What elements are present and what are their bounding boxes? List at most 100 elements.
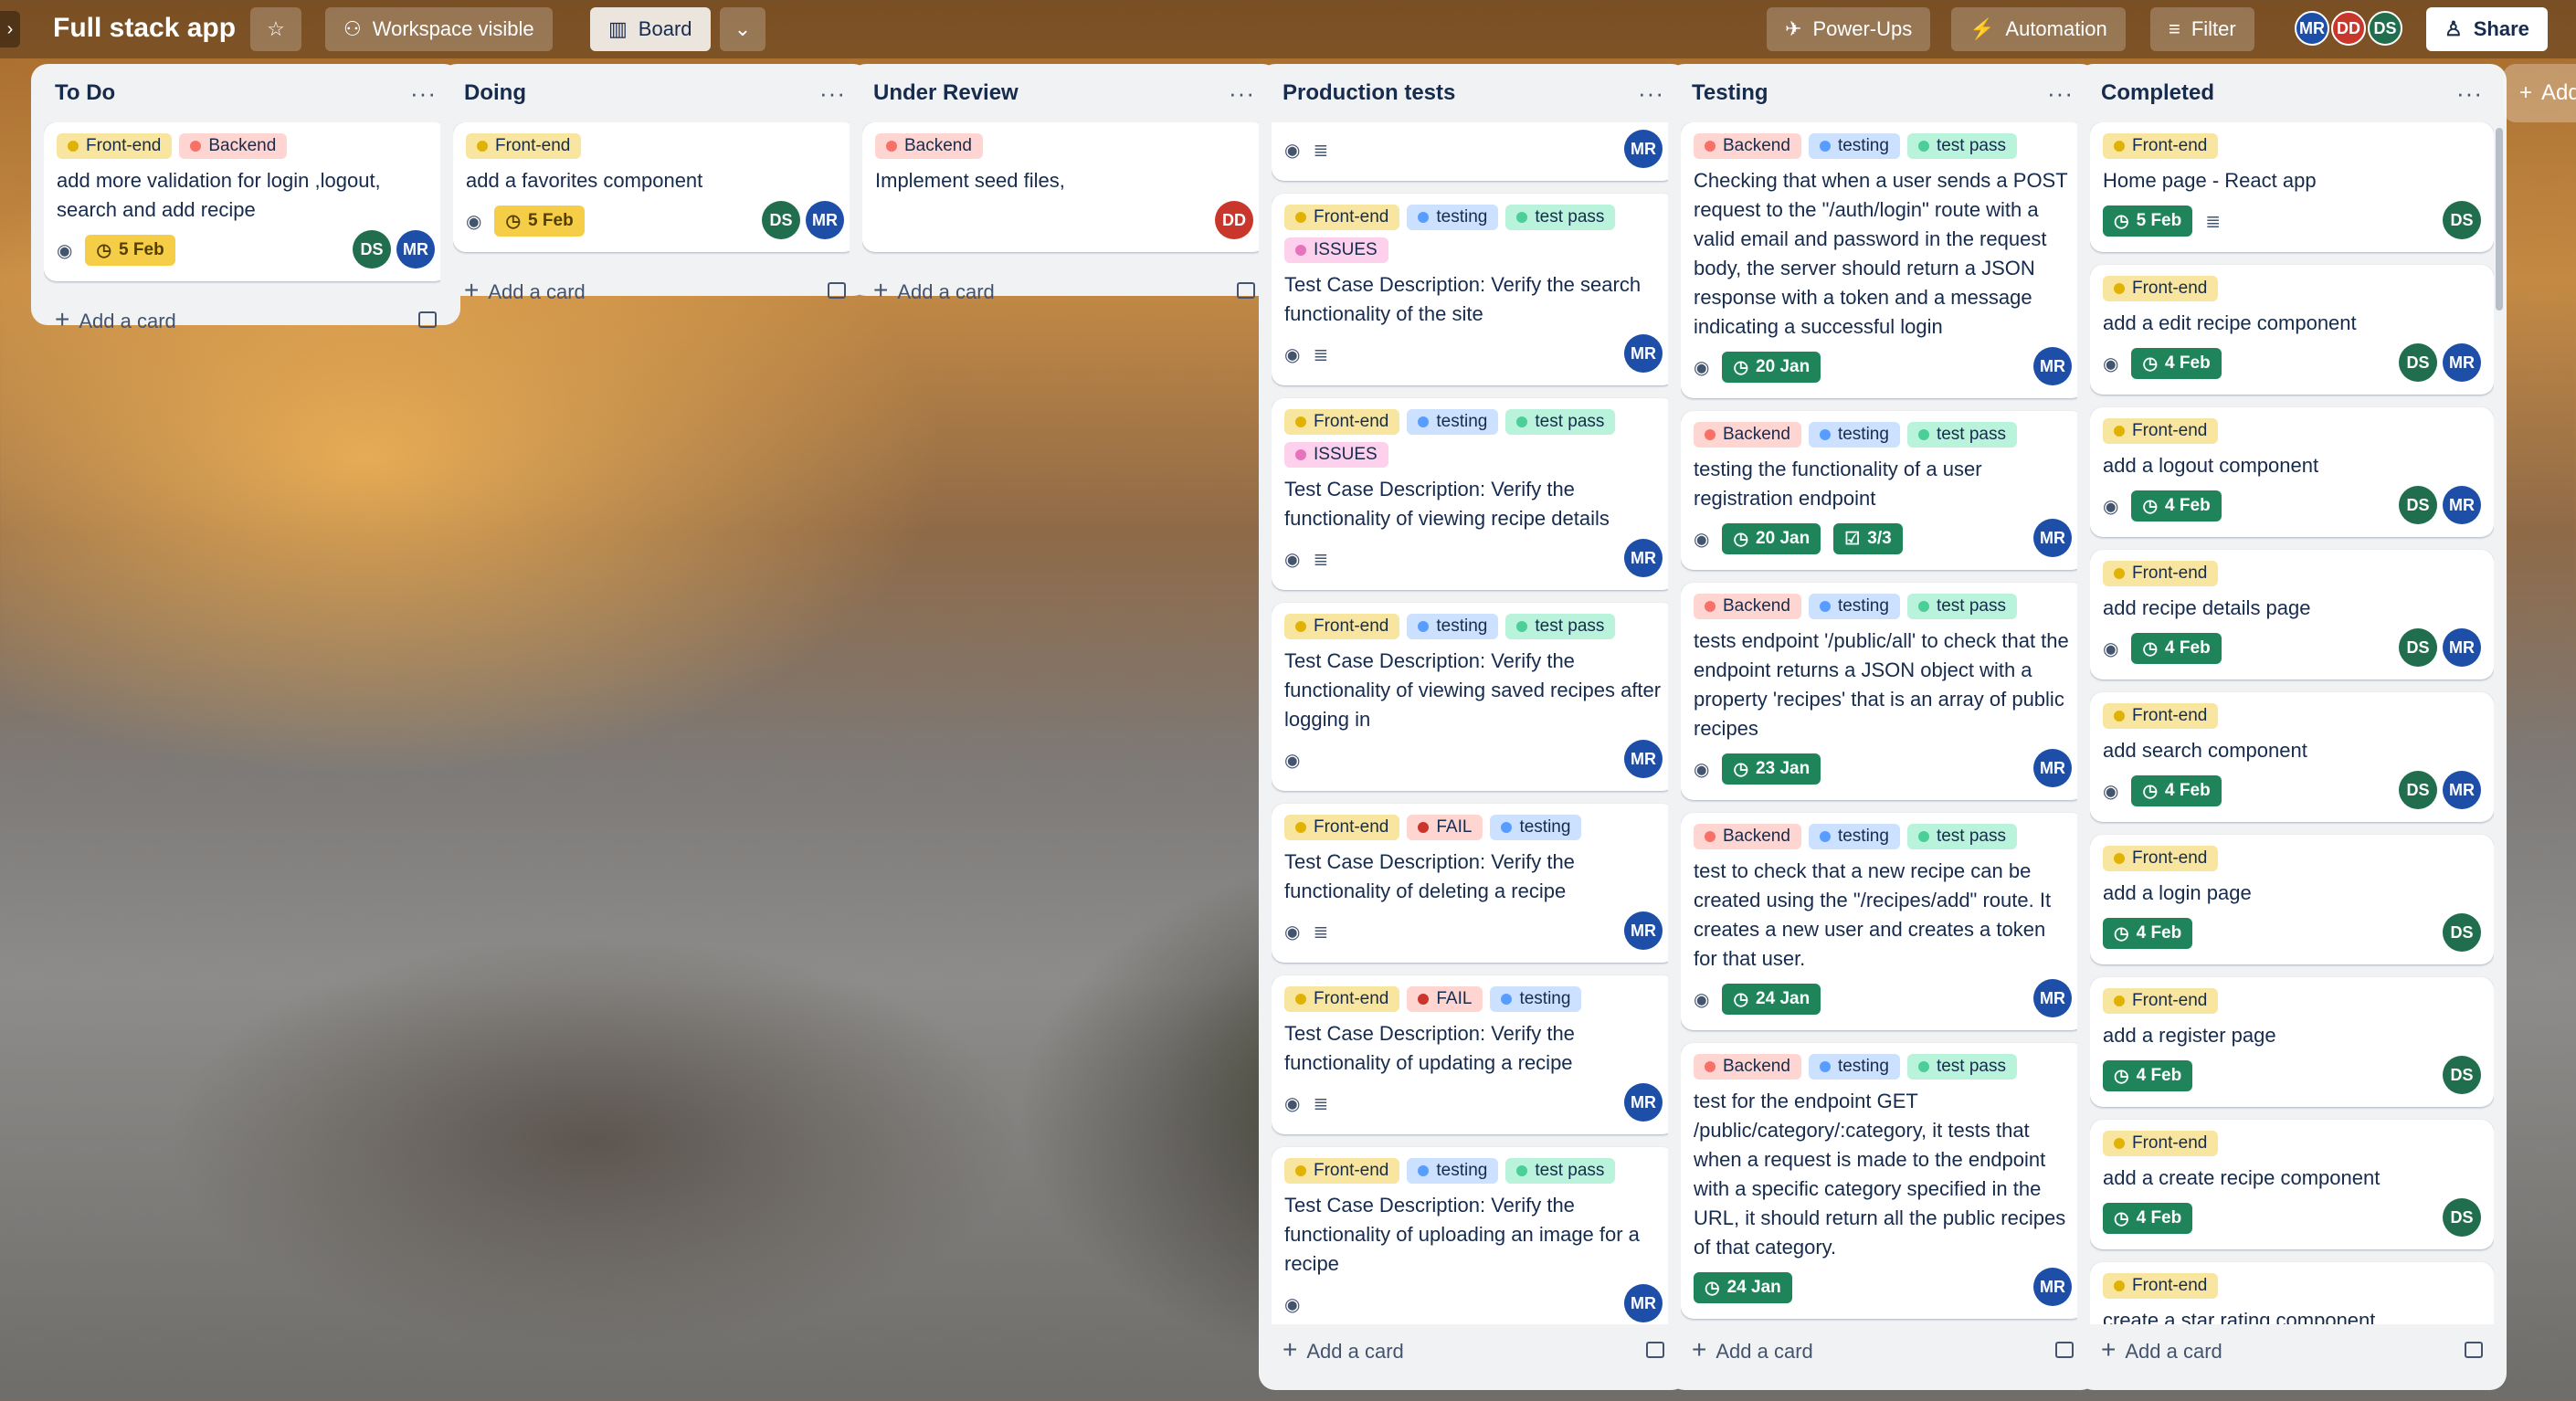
card-title[interactable]: Test Case Description: Verify the search… xyxy=(1284,270,1663,329)
more-options-icon[interactable]: ··· xyxy=(410,79,437,108)
label-front-end[interactable]: Front-end xyxy=(2103,846,2219,871)
card[interactable]: Front-end FAIL testing Test Case Descriptio… xyxy=(1272,975,1675,1134)
list-title[interactable]: Doing xyxy=(464,80,526,106)
member-avatar[interactable]: MR xyxy=(1624,539,1663,577)
member-avatar[interactable]: MR xyxy=(1624,1083,1663,1122)
card-title[interactable]: add search component xyxy=(2103,736,2481,765)
member-avatar[interactable]: MR xyxy=(2443,628,2481,667)
member-avatar[interactable]: DS xyxy=(2443,1198,2481,1237)
card-title[interactable]: Test Case Description: Verify the functi… xyxy=(1284,647,1663,734)
label-backend[interactable]: Backend xyxy=(1694,594,1801,619)
card-title[interactable]: add a edit recipe component xyxy=(2103,309,2481,338)
card[interactable]: Backend testing test pass testing the funct… xyxy=(1681,411,2085,570)
label-test-pass[interactable]: test pass xyxy=(1906,824,2017,849)
expand-sidebar-button[interactable]: › xyxy=(0,11,20,47)
member-avatar[interactable]: DS xyxy=(2443,913,2481,952)
label-front-end[interactable]: Front-end xyxy=(1284,409,1400,435)
member-avatar[interactable]: MR xyxy=(2033,1268,2072,1306)
card[interactable]: Front-end FAIL testing Test Case Descriptio… xyxy=(1272,804,1675,963)
label-backend[interactable]: Backend xyxy=(1694,824,1801,849)
avatar[interactable]: DD xyxy=(2331,11,2366,46)
card-title[interactable]: create a star rating component xyxy=(2103,1306,2481,1324)
member-avatar[interactable]: DS xyxy=(353,230,391,269)
due-date-badge[interactable]: ◷ 23 Jan xyxy=(1722,753,1821,785)
add-card-button[interactable]: + Add a card xyxy=(1681,1324,2085,1375)
add-card-button[interactable]: + Add a card xyxy=(862,265,1266,316)
card[interactable]: Backend Implement seed files, DD xyxy=(862,122,1266,252)
label-front-end[interactable]: Front-end xyxy=(2103,703,2219,729)
label-backend[interactable]: Backend xyxy=(875,133,983,159)
visibility-button[interactable]: ⚇ Workspace visible xyxy=(325,7,553,51)
member-avatar[interactable]: MR xyxy=(2033,519,2072,557)
due-date-badge[interactable]: ◷ 20 Jan xyxy=(1722,523,1821,554)
member-avatar[interactable]: DS xyxy=(762,201,800,239)
card[interactable]: Backend testing test pass test for the endp… xyxy=(1681,1043,2085,1319)
member-avatar[interactable]: DD xyxy=(1215,201,1253,239)
label-testing[interactable]: testing xyxy=(1490,986,1582,1012)
label-fail[interactable]: FAIL xyxy=(1407,986,1483,1012)
label-backend[interactable]: Backend xyxy=(179,133,288,159)
card-title[interactable]: Test Case Description: Verify the functi… xyxy=(1284,1019,1663,1078)
card[interactable]: Front-end add search component ◉ ◷ 4 Feb DS MR xyxy=(2090,692,2494,822)
label-front-end[interactable]: Front-end xyxy=(2103,418,2219,444)
more-options-icon[interactable]: ··· xyxy=(1229,79,1255,108)
label-test-pass[interactable]: test pass xyxy=(1906,1054,2017,1080)
template-icon[interactable] xyxy=(1646,1342,1664,1358)
due-date-badge[interactable]: ◷ 20 Jan xyxy=(1722,352,1821,383)
card-title[interactable]: add more validation for login ,logout, s… xyxy=(57,166,435,225)
template-icon[interactable] xyxy=(1237,282,1255,299)
list-title[interactable]: Under Review xyxy=(873,80,1019,106)
card[interactable]: Front-endcreate a star rating component◷… xyxy=(2090,1262,2494,1324)
card[interactable]: Front-end testing test pass Test Case Descr… xyxy=(1272,603,1675,791)
label-testing[interactable]: testing xyxy=(1808,594,1900,619)
label-front-end[interactable]: Front-end xyxy=(1284,1158,1400,1184)
due-date-badge[interactable]: ◷ 5 Feb xyxy=(2103,205,2193,237)
member-avatar[interactable]: MR xyxy=(1624,334,1663,373)
card-title[interactable]: category selection functionality on the … xyxy=(1284,122,1663,124)
card[interactable]: Front-end add a login page ◷ 4 Feb DS xyxy=(2090,835,2494,964)
scrollbar[interactable] xyxy=(2496,128,2503,311)
due-date-badge[interactable]: ◷ 4 Feb xyxy=(2131,775,2222,806)
member-avatar[interactable]: MR xyxy=(2443,486,2481,524)
list-title[interactable]: Completed xyxy=(2101,80,2214,106)
card-title[interactable]: add recipe details page xyxy=(2103,594,2481,623)
member-avatar[interactable]: MR xyxy=(1624,740,1663,778)
card[interactable]: Front-end Home page - React app ◷ 5 Feb ≣ DS xyxy=(2090,122,2494,252)
due-date-badge[interactable]: ◷ 5 Feb xyxy=(85,235,175,266)
more-options-icon[interactable]: ··· xyxy=(1638,79,1664,108)
member-avatar[interactable]: MR xyxy=(2443,343,2481,382)
member-avatar[interactable]: DS xyxy=(2443,1056,2481,1094)
member-avatar[interactable]: MR xyxy=(2033,347,2072,385)
list-title[interactable]: Production tests xyxy=(1283,80,1455,106)
automation-button[interactable]: ⚡ Automation xyxy=(1951,7,2126,51)
label-front-end[interactable]: Front-end xyxy=(57,133,173,159)
label-testing[interactable]: testing xyxy=(1808,133,1900,159)
card-title[interactable]: add a login page xyxy=(2103,879,2481,908)
card[interactable]: Backend testing test pass tests endpoint '/… xyxy=(1681,583,2085,800)
label-testing[interactable]: testing xyxy=(1407,409,1499,435)
label-test-pass[interactable]: test pass xyxy=(1505,409,1616,435)
label-backend[interactable]: Backend xyxy=(1694,422,1801,448)
card-title[interactable]: add a favorites component xyxy=(466,166,844,195)
card[interactable]: Backend testing test pass test to check tha… xyxy=(1681,813,2085,1030)
card[interactable]: Front-end testing test pass ISSUES Test Case… xyxy=(1272,398,1675,590)
card-title[interactable]: test for the endpoint GET /public/catego… xyxy=(1694,1087,2072,1262)
label-front-end[interactable]: Front-end xyxy=(2103,133,2219,159)
list-title[interactable]: Testing xyxy=(1692,80,1768,106)
member-avatar[interactable]: DS xyxy=(2399,628,2437,667)
card[interactable]: category selection functionality on the … xyxy=(1272,122,1675,181)
label-front-end[interactable]: Front-end xyxy=(466,133,582,159)
due-date-badge[interactable]: ◷ 4 Feb xyxy=(2103,1060,2193,1091)
more-options-icon[interactable]: ··· xyxy=(2047,79,2074,108)
due-date-badge[interactable]: ◷ 4 Feb xyxy=(2131,490,2222,521)
member-avatar[interactable]: MR xyxy=(1624,911,1663,950)
label-backend[interactable]: Backend xyxy=(1694,1054,1801,1080)
list-title[interactable]: To Do xyxy=(55,80,115,106)
due-date-badge[interactable]: ◷ 4 Feb xyxy=(2131,348,2222,379)
label-test-pass[interactable]: test pass xyxy=(1505,205,1616,230)
card-title[interactable]: testing the functionality of a user regi… xyxy=(1694,455,2072,513)
label-front-end[interactable]: Front-end xyxy=(2103,276,2219,301)
member-avatar[interactable]: MR xyxy=(1624,130,1663,168)
card-title[interactable]: tests endpoint '/public/all' to check th… xyxy=(1694,627,2072,743)
label-testing[interactable]: testing xyxy=(1808,824,1900,849)
